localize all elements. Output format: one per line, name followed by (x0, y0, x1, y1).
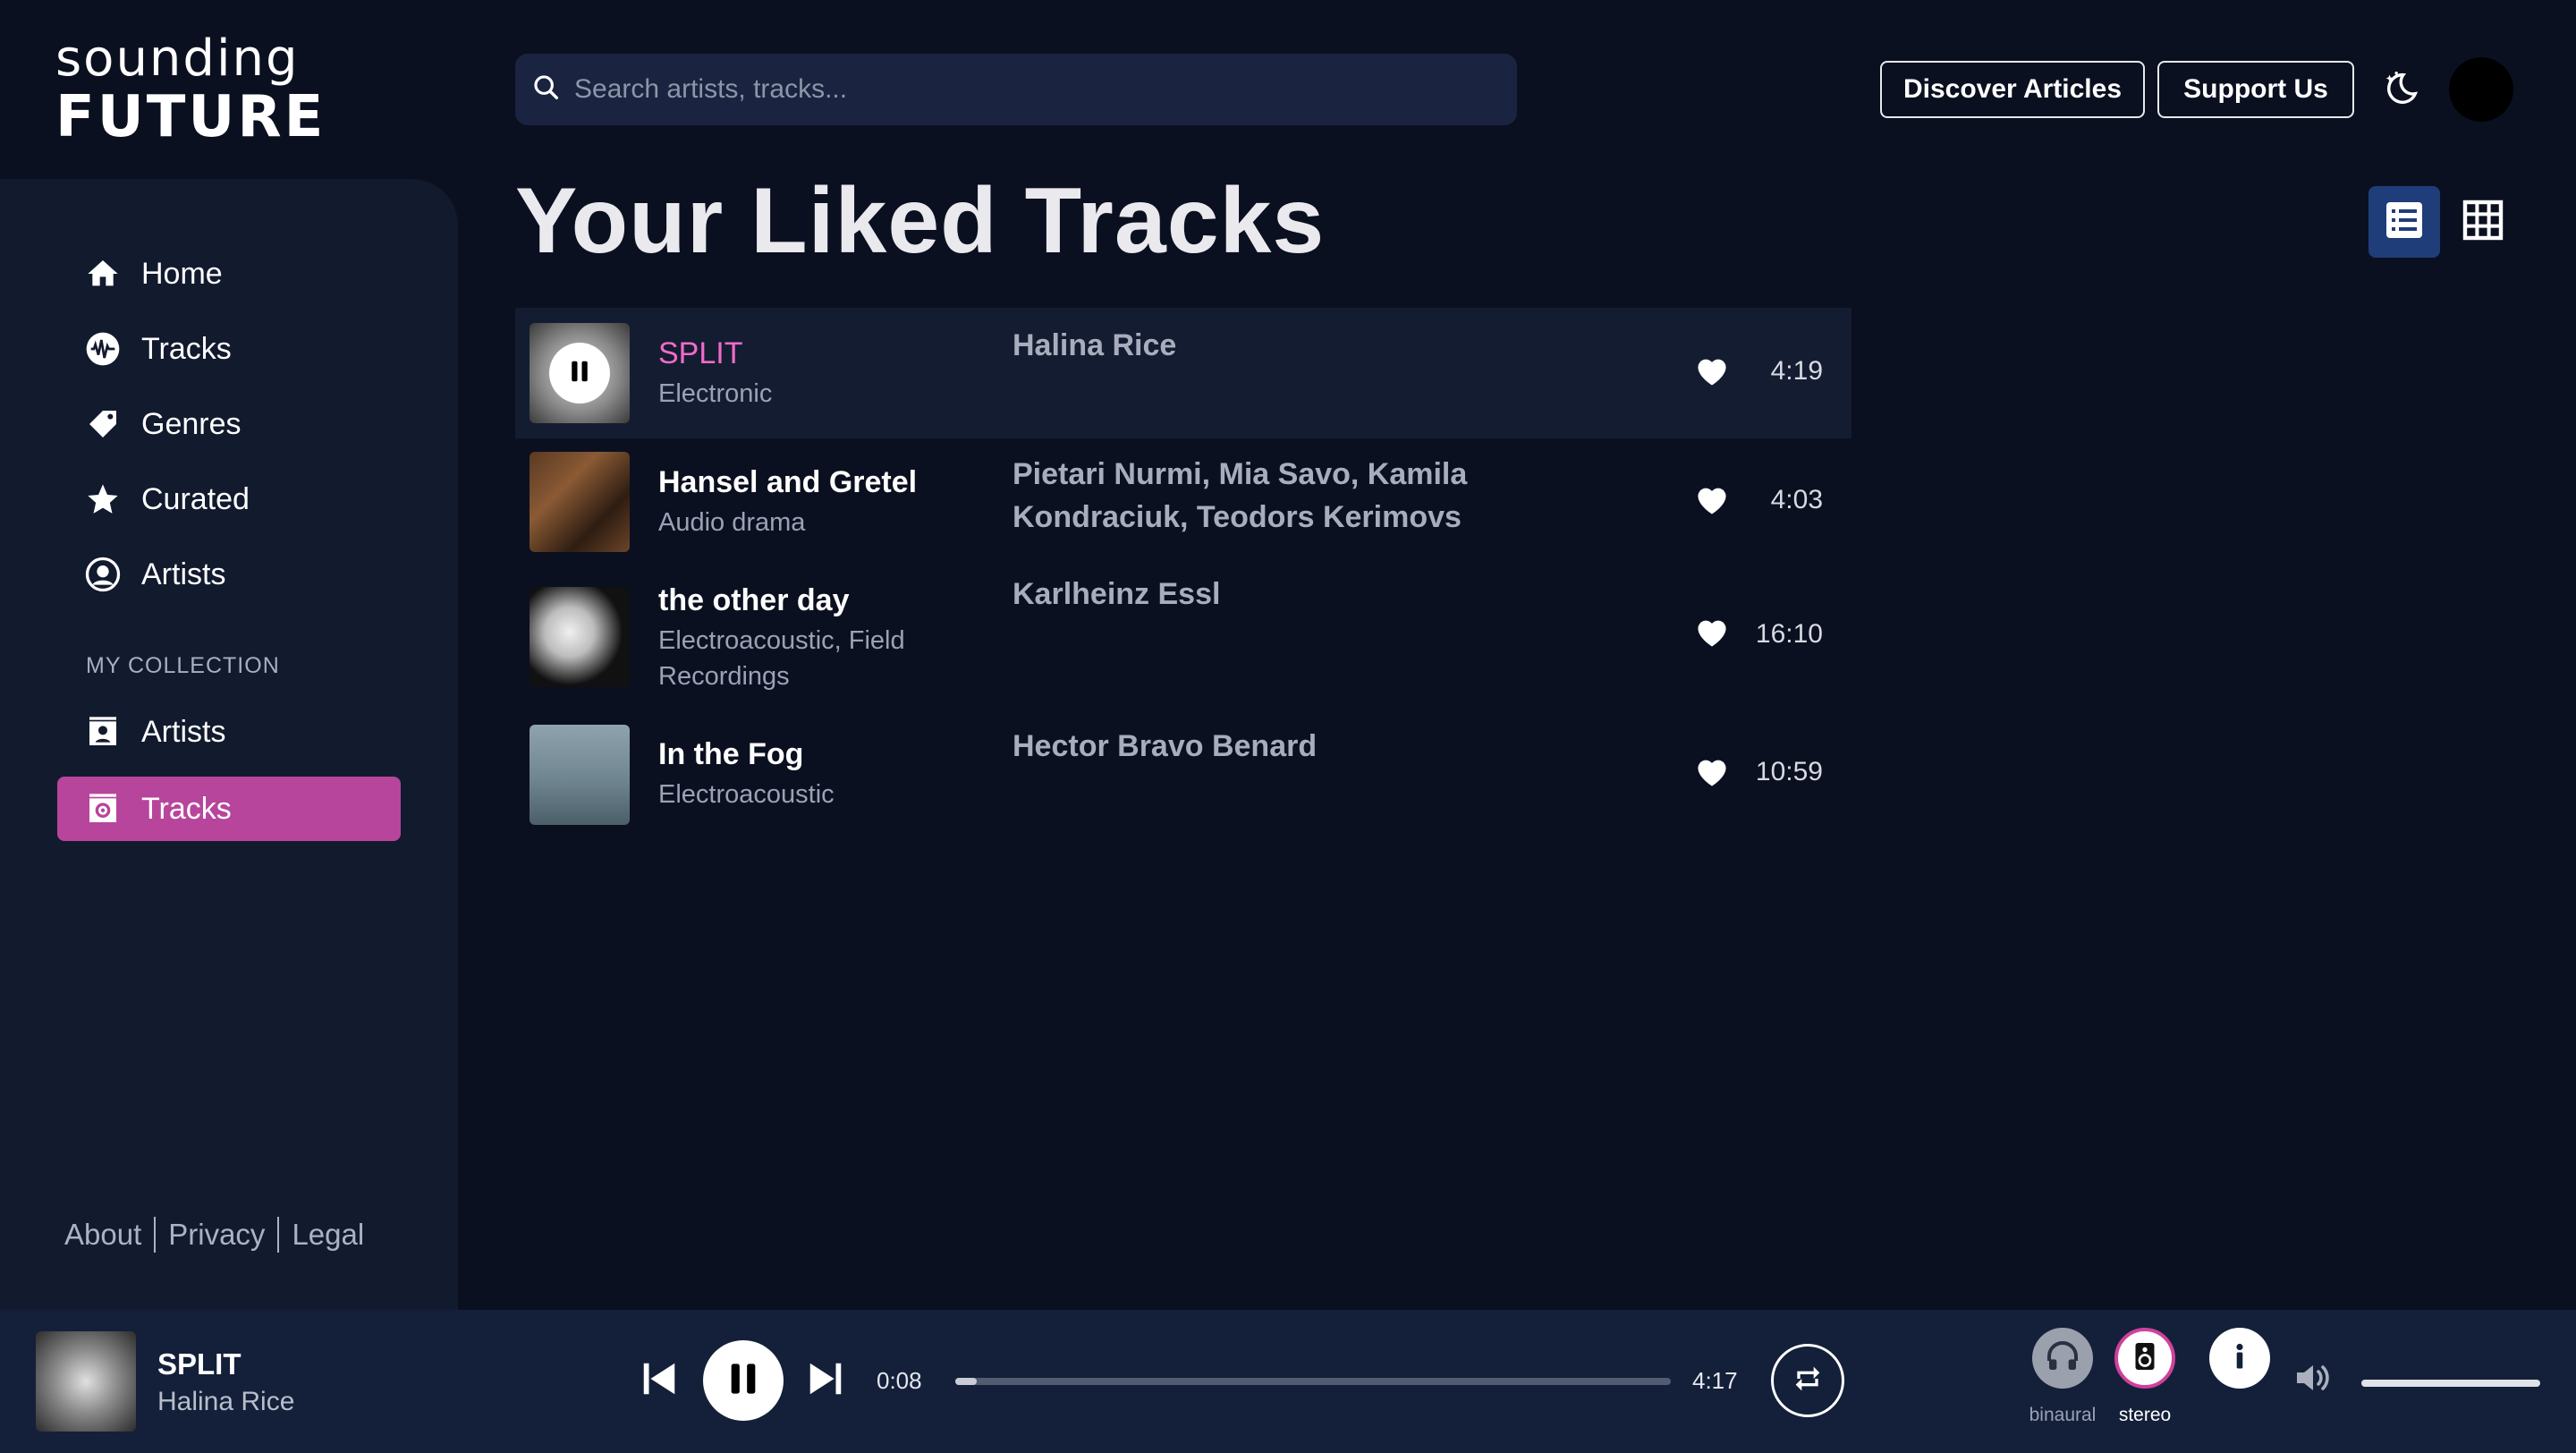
waveform-icon (84, 330, 122, 368)
headphones-icon (2045, 1338, 2080, 1379)
avatar[interactable] (2449, 57, 2513, 122)
track-duration: 4:19 (1770, 356, 1823, 386)
list-icon (2383, 199, 2426, 246)
sidebar-item-curated[interactable]: Curated (57, 467, 401, 531)
sidebar-item-tracks[interactable]: Tracks (57, 317, 401, 381)
tag-icon (84, 405, 122, 443)
table-row[interactable]: In the Fog Electroacoustic Hector Bravo … (515, 712, 1852, 843)
section-label: MY COLLECTION (86, 653, 280, 678)
pause-icon (725, 1361, 761, 1401)
track-artist[interactable]: Karlheinz Essl (1013, 573, 1639, 616)
track-artist[interactable]: Pietari Nurmi, Mia Savo, Kamila Kondraci… (1013, 453, 1639, 539)
sidebar-item-label: Home (141, 256, 223, 291)
now-playing-artwork[interactable] (36, 1331, 136, 1432)
track-title[interactable]: the other day (658, 583, 849, 618)
progress-bar[interactable] (955, 1378, 1671, 1385)
music-folder-icon (84, 790, 122, 828)
track-artwork (530, 452, 630, 552)
track-artwork (530, 725, 630, 825)
track-artwork (530, 587, 630, 687)
sidebar-item-my-artists[interactable]: Artists (57, 700, 401, 764)
volume-icon (2292, 1356, 2334, 1404)
footer-links: About Privacy Legal (64, 1217, 364, 1253)
search-bar[interactable] (515, 54, 1517, 125)
track-artist[interactable]: Hector Bravo Benard (1013, 725, 1639, 768)
sidebar-item-label: Genres (141, 406, 242, 441)
sidebar-item-artists[interactable]: Artists (57, 542, 401, 607)
table-row[interactable]: Hansel and Gretel Audio drama Pietari Nu… (515, 437, 1852, 567)
sidebar-item-label: Artists (141, 714, 226, 749)
previous-button[interactable] (637, 1358, 682, 1403)
repeat-button[interactable] (1771, 1344, 1844, 1417)
pause-button[interactable] (703, 1340, 784, 1421)
binaural-label: binaural (2029, 1405, 2097, 1425)
track-genre: Audio drama (658, 508, 806, 537)
page-title: Your Liked Tracks (515, 169, 1326, 273)
sidebar-item-label: Artists (141, 557, 226, 591)
now-playing-artist[interactable]: Halina Rice (157, 1387, 294, 1417)
now-playing-title[interactable]: SPLIT (157, 1347, 242, 1381)
logo-top-text: sounding (55, 30, 300, 88)
track-artist[interactable]: Halina Rice (1013, 324, 1639, 367)
next-button[interactable] (803, 1358, 848, 1403)
volume-button[interactable] (2290, 1356, 2336, 1403)
skip-forward-icon (805, 1358, 846, 1404)
sidebar-item-label: Curated (141, 481, 250, 516)
total-time: 4:17 (1692, 1367, 1738, 1394)
player-bar: SPLIT Halina Rice 0:08 4:17 binaural ste… (0, 1310, 2576, 1453)
discover-articles-button[interactable]: Discover Articles (1880, 61, 2145, 118)
privacy-link[interactable]: Privacy (168, 1218, 265, 1252)
progress-fill (955, 1378, 977, 1385)
about-link[interactable]: About (64, 1218, 141, 1252)
info-icon (2224, 1340, 2256, 1377)
table-row[interactable]: the other day Electroacoustic, Field Rec… (515, 573, 1852, 719)
table-row[interactable]: SPLIT Electronic Halina Rice 4:19 (515, 308, 1852, 438)
divider (277, 1217, 280, 1253)
sidebar-item-home[interactable]: Home (57, 242, 401, 306)
sidebar-item-genres[interactable]: Genres (57, 392, 401, 456)
skip-back-icon (639, 1358, 680, 1404)
track-duration: 16:10 (1755, 619, 1823, 649)
volume-slider[interactable] (2361, 1380, 2540, 1387)
current-time: 0:08 (877, 1367, 922, 1394)
track-genre: Electroacoustic (658, 780, 835, 809)
legal-link[interactable]: Legal (292, 1218, 364, 1252)
moon-stars-icon[interactable] (2379, 68, 2420, 109)
stereo-button[interactable] (2114, 1328, 2175, 1389)
repeat-icon (1790, 1361, 1826, 1401)
track-duration: 10:59 (1755, 757, 1823, 786)
star-icon (84, 480, 122, 518)
sidebar-item-my-tracks[interactable]: Tracks (57, 777, 401, 841)
sidebar-item-label: Tracks (141, 331, 232, 366)
speaker-icon (2129, 1340, 2161, 1377)
sidebar-item-label: Tracks (141, 791, 232, 826)
track-title[interactable]: SPLIT (658, 336, 742, 371)
pause-icon (566, 358, 593, 389)
track-title[interactable]: In the Fog (658, 737, 803, 772)
stereo-label: stereo (2118, 1405, 2172, 1425)
search-input[interactable] (574, 74, 1469, 105)
home-icon (84, 255, 122, 293)
logo-bottom-text: FUTURE (55, 84, 326, 150)
track-duration: 4:03 (1770, 485, 1823, 514)
track-genre: Electroacoustic, Field Recordings (658, 626, 905, 691)
info-button[interactable] (2209, 1328, 2270, 1389)
track-title[interactable]: Hansel and Gretel (658, 465, 917, 500)
grid-view-button[interactable] (2447, 186, 2519, 258)
list-view-button[interactable] (2368, 186, 2440, 258)
contact-card-icon (84, 713, 122, 751)
sidebar: Home Tracks Genres Curated Artists MY CO… (0, 179, 458, 1310)
search-icon (531, 72, 562, 107)
pause-track-button[interactable] (549, 343, 610, 404)
divider (154, 1217, 157, 1253)
track-genre: Electronic (658, 379, 773, 408)
user-circle-icon (84, 556, 122, 593)
support-us-button[interactable]: Support Us (2157, 61, 2354, 118)
logo[interactable]: sounding FUTURE (55, 30, 326, 150)
track-artwork (530, 323, 630, 423)
binaural-button[interactable] (2032, 1328, 2093, 1389)
grid-icon (2462, 199, 2504, 246)
